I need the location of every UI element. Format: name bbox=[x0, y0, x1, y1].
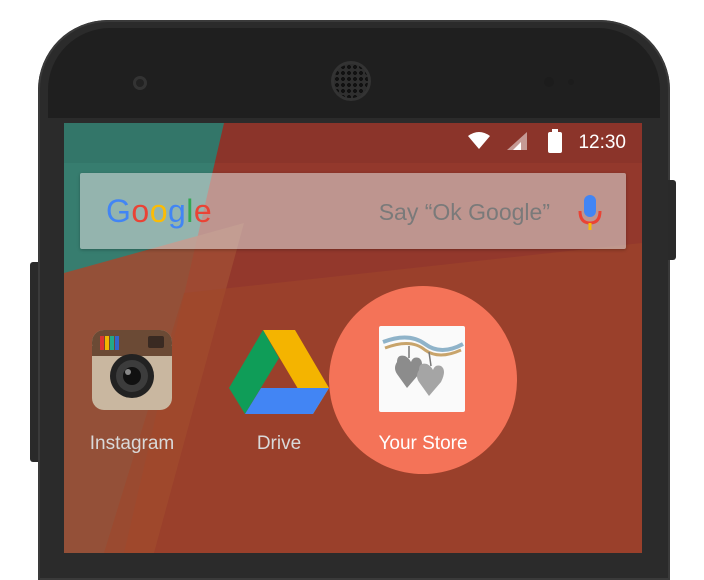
signal-icon bbox=[507, 132, 527, 150]
app-instagram[interactable]: Instagram bbox=[72, 328, 192, 454]
status-bar: 12:30 bbox=[64, 123, 642, 161]
drive-icon bbox=[229, 330, 329, 414]
earpiece-speaker bbox=[334, 64, 368, 98]
instagram-icon bbox=[92, 330, 172, 410]
app-label-instagram: Instagram bbox=[89, 433, 175, 454]
app-label-your-store: Your Store bbox=[378, 433, 468, 454]
your-store-icon bbox=[382, 335, 464, 396]
power-button bbox=[668, 180, 676, 260]
home-screen: 12:30 Google Say “Ok Google” Instagram D… bbox=[64, 123, 642, 553]
google-logo: Google bbox=[106, 193, 213, 229]
proximity-sensor bbox=[544, 77, 554, 87]
app-drive[interactable]: Drive bbox=[219, 328, 339, 454]
mic-icon[interactable] bbox=[578, 195, 602, 231]
search-hint: Say “Ok Google” bbox=[378, 199, 550, 225]
app-label-drive: Drive bbox=[256, 433, 302, 454]
app-your-store[interactable] bbox=[379, 326, 465, 412]
wifi-icon bbox=[468, 132, 490, 149]
battery-icon bbox=[548, 129, 562, 153]
volume-button bbox=[30, 262, 38, 462]
google-search-bar[interactable]: Google Say “Ok Google” bbox=[80, 173, 626, 249]
status-time: 12:30 bbox=[578, 132, 626, 153]
front-camera bbox=[133, 76, 147, 90]
light-sensor bbox=[568, 79, 574, 85]
